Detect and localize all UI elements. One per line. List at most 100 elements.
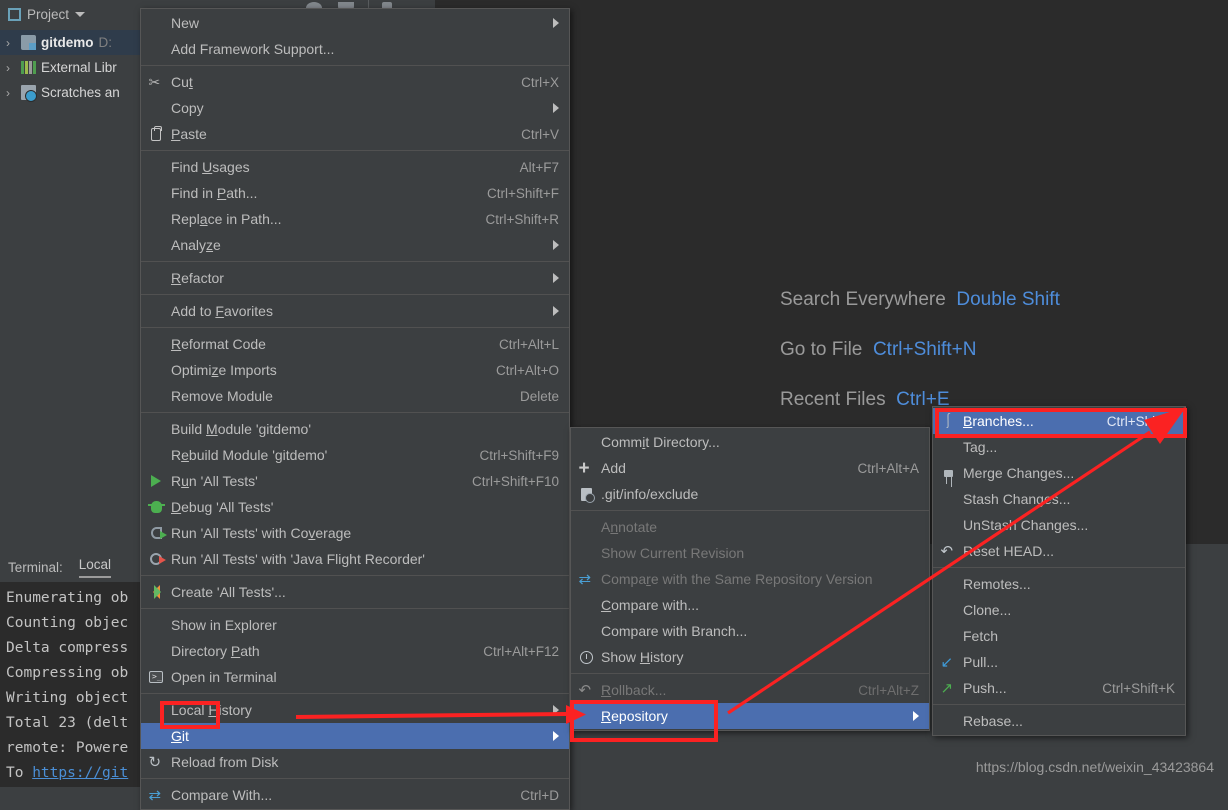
menu-item-label: Add to Favorites (171, 303, 273, 319)
menu-item-directory-path[interactable]: Directory Path Ctrl+Alt+F12 (141, 638, 569, 664)
menu-item-compare-with[interactable]: Compare with... (571, 592, 929, 618)
menu-separator (141, 327, 569, 328)
menu-item-label: Replace in Path... (171, 211, 282, 227)
menu-item-add-to-favorites[interactable]: Add to Favorites (141, 298, 569, 324)
menu-item-label: Local History (171, 702, 252, 718)
menu-item-clone[interactable]: Clone... (933, 597, 1185, 623)
menu-item-compare-with-the-same-repository-version: ⇄ Compare with the Same Repository Versio… (571, 566, 929, 592)
terminal-tab-local[interactable]: Local (78, 557, 112, 578)
ide-window: Project › gitdemo D: › External Libr › Scratch… (0, 0, 1228, 810)
menu-item-remove-module[interactable]: Remove Module Delete (141, 383, 569, 409)
submenu-arrow-icon (553, 103, 559, 113)
editor-hint-name: Go to File (780, 339, 863, 360)
expand-chevron-icon[interactable]: › (6, 36, 16, 50)
menu-item-label: Build Module 'gitdemo' (171, 421, 311, 437)
menu-item-rebase[interactable]: Rebase... (933, 708, 1185, 734)
menu-item-build-module-gitdemo[interactable]: Build Module 'gitdemo' (141, 416, 569, 442)
menu-item-find-in-path[interactable]: Find in Path... Ctrl+Shift+F (141, 180, 569, 206)
menu-item-cut[interactable]: ✂ Cut Ctrl+X (141, 69, 569, 95)
repository-submenu[interactable]: ⎰ Branches... Ctrl+Shift+` Tag... Merge Chan… (932, 406, 1186, 736)
menu-item-label: Reload from Disk (171, 754, 279, 770)
menu-item-label: Compare with... (601, 597, 700, 613)
menu-item-annotate: Annotate (571, 514, 929, 540)
project-panel-header[interactable]: Project (0, 0, 145, 28)
menu-item-label: Repository (601, 708, 668, 724)
history-icon (571, 650, 601, 664)
project-tree-item-path: D: (98, 35, 113, 50)
menu-item-git[interactable]: Git (141, 723, 569, 749)
project-tree-item[interactable]: › gitdemo D: (0, 30, 145, 55)
menu-item-label: Annotate (601, 519, 658, 535)
pull-icon: ↙ (940, 653, 954, 671)
menu-item-rebuild-module-gitdemo[interactable]: Rebuild Module 'gitdemo' Ctrl+Shift+F9 (141, 442, 569, 468)
submenu-arrow-icon (553, 731, 559, 741)
menu-item-merge-changes[interactable]: Merge Changes... (933, 460, 1185, 486)
menu-item-analyze[interactable]: Analyze (141, 232, 569, 258)
expand-chevron-icon[interactable]: › (6, 61, 16, 75)
project-tree-item[interactable]: › Scratches an (0, 80, 145, 105)
editor-hint-shortcut: Double Shift (956, 289, 1060, 310)
menu-item-new[interactable]: New (141, 10, 569, 36)
chevron-down-icon[interactable] (75, 11, 86, 17)
menu-item-reformat-code[interactable]: Reformat Code Ctrl+Alt+L (141, 331, 569, 357)
menu-item-remotes[interactable]: Remotes... (933, 571, 1185, 597)
menu-item-fetch[interactable]: Fetch (933, 623, 1185, 649)
menu-item-replace-in-path[interactable]: Replace in Path... Ctrl+Shift+R (141, 206, 569, 232)
menu-item-unstash-changes[interactable]: UnStash Changes... (933, 512, 1185, 538)
menu-item-paste[interactable]: Paste Ctrl+V (141, 121, 569, 147)
menu-item-push[interactable]: ↗ Push... Ctrl+Shift+K (933, 675, 1185, 701)
menu-item-show-current-revision: Show Current Revision (571, 540, 929, 566)
branch-icon: ⎰ (940, 412, 956, 430)
menu-item-create-all-tests[interactable]: Create 'All Tests'... (141, 579, 569, 605)
menu-item-run-all-tests[interactable]: Run 'All Tests' Ctrl+Shift+F10 (141, 468, 569, 494)
library-icon (21, 61, 36, 74)
menu-item-compare-with[interactable]: ⇄ Compare With... Ctrl+D (141, 782, 569, 808)
plus-icon: + (578, 457, 590, 479)
menu-item-compare-with-branch[interactable]: Compare with Branch... (571, 618, 929, 644)
menu-item-commit-directory[interactable]: Commit Directory... (571, 429, 929, 455)
menu-item-refactor[interactable]: Refactor (141, 265, 569, 291)
menu-item-repository[interactable]: Repository (571, 703, 929, 729)
menu-item-label: Compare with Branch... (601, 623, 748, 639)
menu-item-add[interactable]: + Add Ctrl+Alt+A (571, 455, 929, 481)
menu-item-open-in-terminal[interactable]: >_ Open in Terminal (141, 664, 569, 690)
menu-item-shortcut: Ctrl+Alt+F12 (483, 643, 559, 659)
submenu-arrow-icon (553, 18, 559, 28)
project-tree-item-label: External Libr (41, 60, 117, 75)
expand-chevron-icon[interactable]: › (6, 86, 16, 100)
menu-item-label: Git (171, 728, 189, 744)
menu-item-tag[interactable]: Tag... (933, 434, 1185, 460)
menu-item-add-framework-support[interactable]: Add Framework Support... (141, 36, 569, 62)
menu-item-rollback: ↶ Rollback... Ctrl+Alt+Z (571, 677, 929, 703)
reload-icon: ↻ (148, 753, 162, 771)
project-tree-item[interactable]: › External Libr (0, 55, 145, 80)
menu-item-label: Compare With... (171, 787, 273, 803)
menu-item-show-in-explorer[interactable]: Show in Explorer (141, 612, 569, 638)
menu-item-label: Directory Path (171, 643, 260, 659)
menu-item-branches[interactable]: ⎰ Branches... Ctrl+Shift+` (933, 408, 1185, 434)
menu-item-reload-from-disk[interactable]: ↻ Reload from Disk (141, 749, 569, 775)
submenu-arrow-icon (553, 705, 559, 715)
menu-item-run-all-tests-with-java-flight-recorder[interactable]: Run 'All Tests' with 'Java Flight Record… (141, 546, 569, 572)
menu-item-show-history[interactable]: Show History (571, 644, 929, 670)
menu-item-label: Show in Explorer (171, 617, 277, 633)
menu-item-pull[interactable]: ↙ Pull... (933, 649, 1185, 675)
menu-item-label: Fetch (963, 628, 999, 644)
menu-item-run-all-tests-with-coverage[interactable]: Run 'All Tests' with Coverage (141, 520, 569, 546)
watermark-url: https://blog.csdn.net/weixin_43423864 (975, 759, 1214, 775)
menu-item-git-info-exclude[interactable]: .git/info/exclude (571, 481, 929, 507)
menu-item-find-usages[interactable]: Find Usages Alt+F7 (141, 154, 569, 180)
submenu-arrow-icon (553, 306, 559, 316)
menu-item-label: Push... (963, 680, 1007, 696)
menu-item-local-history[interactable]: Local History (141, 697, 569, 723)
menu-item-stash-changes[interactable]: Stash Changes... (933, 486, 1185, 512)
menu-item-shortcut: Ctrl+V (521, 126, 559, 142)
menu-item-reset-head[interactable]: ↶ Reset HEAD... (933, 538, 1185, 564)
create-config-icon (141, 585, 171, 599)
menu-item-copy[interactable]: Copy (141, 95, 569, 121)
menu-item-label: Add Framework Support... (171, 41, 335, 57)
project-context-menu[interactable]: New Add Framework Support... ✂ Cut Ctrl+X Cop… (140, 8, 570, 810)
git-submenu[interactable]: Commit Directory... + Add Ctrl+Alt+A .git/in… (570, 427, 930, 731)
menu-item-debug-all-tests[interactable]: Debug 'All Tests' (141, 494, 569, 520)
menu-item-optimize-imports[interactable]: Optimize Imports Ctrl+Alt+O (141, 357, 569, 383)
